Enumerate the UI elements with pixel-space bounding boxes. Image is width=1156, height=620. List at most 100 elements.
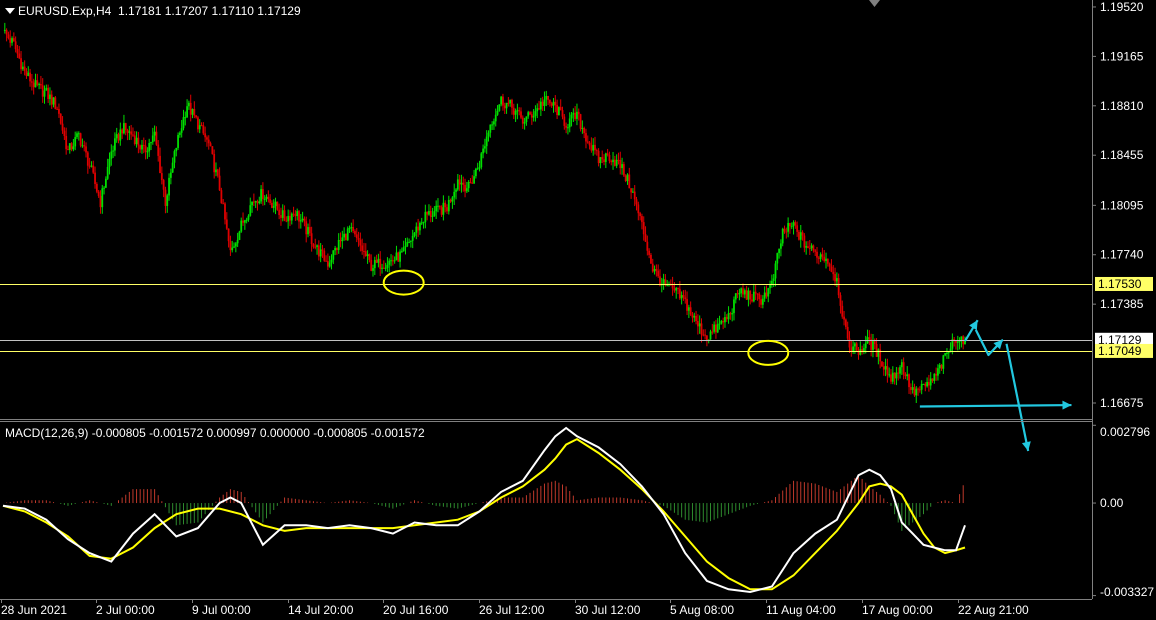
candle-body [77, 133, 80, 135]
candle-body [65, 136, 68, 150]
candle-body [548, 99, 551, 104]
candle-body [826, 258, 829, 264]
candle-body [99, 195, 102, 208]
candle-body [408, 241, 410, 243]
chart-canvas[interactable]: 1.19520 1.19165 1.18810 1.18455 1.18095 1.177… [0, 0, 1156, 620]
candle-body [622, 164, 625, 176]
candle-body [276, 201, 279, 210]
candle-body [696, 321, 699, 327]
candle-body [123, 123, 125, 134]
main-chart-header: EURUSD.Exp,H4 1.17181 1.17207 1.17110 1.… [18, 4, 301, 18]
candle-body [758, 293, 761, 300]
candle-body [635, 199, 638, 205]
candle-body [76, 133, 78, 138]
candle-body [395, 252, 398, 261]
candle-body [128, 131, 131, 133]
candle-body [151, 135, 154, 143]
candle-body [366, 254, 369, 256]
candle-body [346, 228, 349, 241]
candle-body [743, 290, 746, 295]
candle-body [124, 123, 127, 130]
candle-body [422, 222, 425, 224]
candle-body [265, 196, 268, 199]
candle-body [731, 313, 734, 315]
candle-body [471, 182, 474, 184]
candle-body [146, 151, 149, 153]
candle-body [803, 235, 806, 248]
candle-body [29, 72, 31, 82]
candle-body [456, 179, 459, 190]
candle-body [556, 104, 558, 116]
candle-body [749, 290, 752, 300]
time-tick-label-10: 22 Aug 21:00 [958, 603, 1029, 617]
candle-body [58, 109, 60, 114]
candle-body [310, 233, 313, 245]
candle-body [877, 349, 880, 357]
candle-body [202, 125, 205, 134]
candle-body [706, 335, 708, 341]
candle-body [184, 117, 187, 119]
candle-body [234, 243, 237, 247]
candle-body [314, 246, 317, 248]
candle-body [117, 134, 120, 141]
candle-body [465, 188, 468, 192]
candle-body [45, 87, 48, 91]
candle-body [875, 343, 878, 357]
candle-body [810, 245, 813, 249]
candle-body [431, 215, 434, 217]
candle-body [178, 132, 181, 135]
chart-window: 1.19520 1.19165 1.18810 1.18455 1.18095 1.177… [0, 0, 1156, 620]
candle-body [390, 260, 392, 262]
candle-body [274, 201, 277, 207]
candle-body [137, 137, 140, 146]
candle-body [536, 108, 539, 112]
candle-body [404, 246, 407, 248]
candle-body [101, 188, 104, 208]
candle-body [642, 222, 645, 235]
candle-body [787, 222, 790, 232]
candle-body [70, 143, 73, 150]
candle-body [503, 105, 506, 109]
candle-body [724, 317, 726, 323]
candle-body [680, 295, 683, 299]
candle-body [198, 125, 201, 130]
candle-body [213, 153, 216, 173]
candle-body [606, 153, 609, 155]
candle-body [828, 263, 831, 267]
candle-body [590, 145, 593, 151]
candle-body [301, 218, 304, 221]
candle-body [231, 247, 234, 251]
candle-body [487, 132, 490, 137]
candle-body [686, 299, 688, 311]
candle-body [419, 222, 421, 231]
candle-body [336, 248, 338, 251]
candle-body [397, 252, 400, 262]
price-tick-label-7: 1.16675 [1100, 396, 1144, 410]
candle-body [130, 131, 133, 135]
candle-body [805, 246, 808, 248]
candle-body [644, 234, 647, 242]
candle-body [581, 127, 584, 129]
candle-body [684, 297, 687, 300]
candle-body [9, 38, 12, 43]
candle-body [482, 148, 484, 154]
candle-body [27, 72, 30, 76]
candle-body [435, 205, 438, 212]
candle-body [902, 362, 905, 375]
candle-body [207, 139, 210, 144]
candle-body [462, 182, 465, 185]
candle-body [476, 168, 479, 170]
candle-body [23, 66, 26, 71]
candle-body [890, 374, 892, 382]
candle-body [734, 293, 737, 300]
candle-body [729, 313, 732, 315]
candle-body [341, 237, 344, 242]
candle-body [216, 169, 219, 176]
candle-body [121, 129, 124, 134]
candle-body [576, 111, 578, 119]
collapse-triangle-icon[interactable] [5, 8, 15, 14]
candle-body [693, 315, 696, 318]
candle-body [527, 112, 530, 117]
candle-body [485, 136, 488, 147]
candle-body [545, 95, 548, 100]
